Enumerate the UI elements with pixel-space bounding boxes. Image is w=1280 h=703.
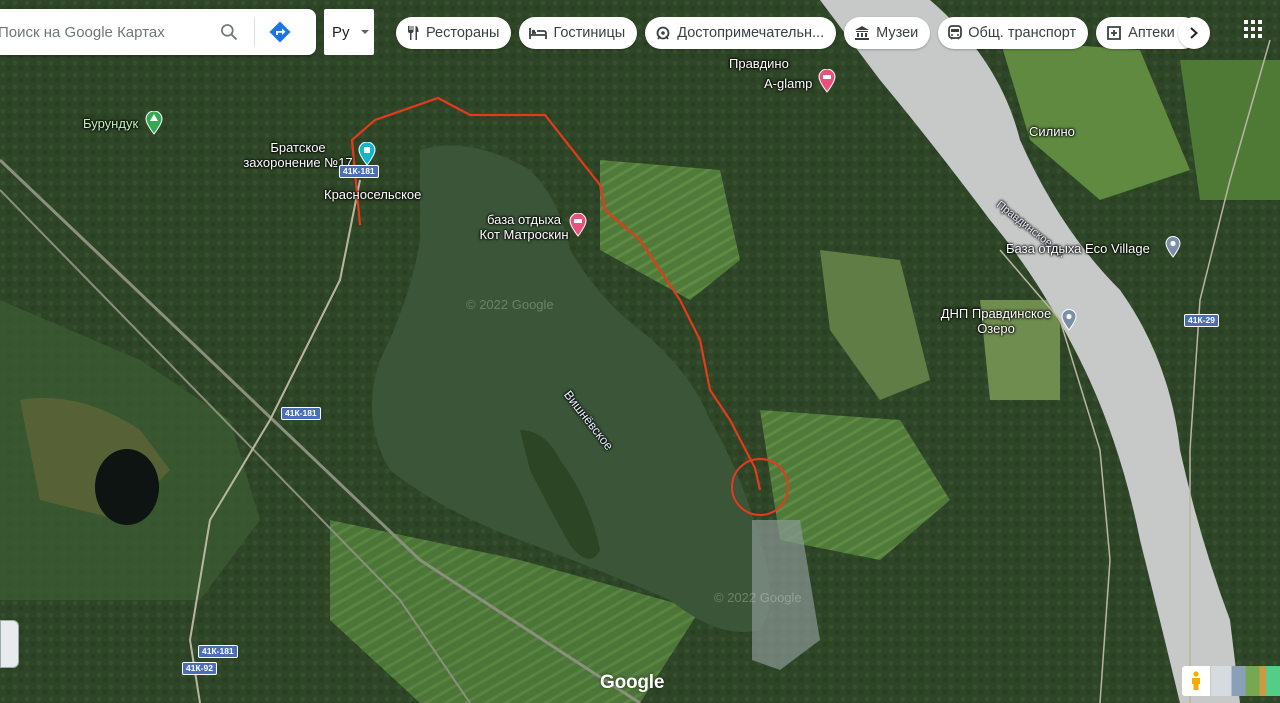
transit-icon <box>948 25 963 40</box>
search-icon <box>221 24 238 41</box>
chip-museums[interactable]: Музеи <box>844 17 931 49</box>
language-selected: Ру <box>332 23 350 41</box>
directions-icon <box>269 21 291 43</box>
chip-label: Аптеки <box>1128 25 1175 41</box>
chip-label: Гостиницы <box>553 25 626 41</box>
place-label-dnp[interactable]: ДНП Правдинское Озеро <box>931 306 1061 336</box>
hotel-icon <box>529 28 548 39</box>
restaurant-icon <box>408 26 419 40</box>
chip-attractions[interactable]: Достопримечательн... <box>645 17 837 49</box>
road-shield: 41К-92 <box>182 662 217 675</box>
road-shield: 41К-29 <box>1184 314 1219 327</box>
place-label-kot-line1: база отдыха <box>486 212 561 227</box>
road-shield: 41К-181 <box>281 407 321 420</box>
language-select[interactable]: Ру <box>324 9 374 55</box>
chevron-down-icon <box>361 30 369 34</box>
place-label-pravdino[interactable]: Правдино <box>729 56 789 71</box>
pegman-icon <box>1192 671 1200 690</box>
chips-next-button[interactable] <box>1178 17 1210 49</box>
category-chips: Рестораны Гостиницы Достопримечательн...… <box>396 17 1199 49</box>
chip-label: Общ. транспорт <box>968 25 1077 41</box>
chip-label: Достопримечательн... <box>677 25 825 41</box>
place-pin-icon[interactable] <box>1061 309 1077 331</box>
hotel-pin-icon[interactable] <box>818 69 836 93</box>
place-label-kot-matroskin[interactable]: база отдыха Кот Матроскин <box>464 212 584 242</box>
place-label-aglamp[interactable]: A-glamp <box>764 76 812 91</box>
watermark: © 2022 Google <box>714 590 802 605</box>
attraction-icon <box>656 26 670 40</box>
place-label-eco-village[interactable]: База отдыха Eco Village <box>1006 241 1150 256</box>
pharmacy-icon <box>1107 26 1122 40</box>
google-logo: Google <box>600 672 665 693</box>
side-panel-toggle[interactable] <box>0 620 19 668</box>
pegman-button[interactable] <box>1182 666 1210 696</box>
place-label-krasnoselskoe[interactable]: Красносельское <box>324 187 421 202</box>
place-label-burunduk[interactable]: Бурундук <box>83 116 138 131</box>
chip-hotels[interactable]: Гостиницы <box>519 17 638 49</box>
chip-transit[interactable]: Общ. транспорт <box>938 17 1089 49</box>
chevron-right-icon <box>1190 27 1198 39</box>
search-input[interactable] <box>0 22 210 42</box>
search-button[interactable] <box>210 13 248 51</box>
place-label-kot-line2: Кот Матроскин <box>479 227 569 242</box>
place-label-dnp-line2: Озеро <box>977 321 1015 336</box>
watermark: © 2022 Google <box>466 297 554 312</box>
road-shield: 41К-181 <box>198 645 238 658</box>
layers-thumbnail-strip[interactable] <box>1211 666 1280 696</box>
hotel-pin-icon[interactable] <box>569 213 587 237</box>
directions-button[interactable] <box>261 13 299 51</box>
search-box <box>0 9 316 55</box>
attraction-pin-icon[interactable] <box>358 142 376 166</box>
place-label-dnp-line1: ДНП Правдинское <box>940 306 1052 321</box>
chip-label: Музеи <box>876 25 919 41</box>
park-pin-icon[interactable] <box>145 111 163 135</box>
chip-label: Рестораны <box>426 25 500 41</box>
museum-icon <box>855 26 870 40</box>
road-shield: 41К-181 <box>339 165 379 178</box>
divider <box>254 17 255 47</box>
chip-restaurants[interactable]: Рестораны <box>396 17 512 49</box>
place-label-silino[interactable]: Силино <box>1029 124 1075 139</box>
place-label-bratskoe-line1: Братское <box>270 140 326 155</box>
satellite-map[interactable] <box>0 0 1280 703</box>
place-pin-icon[interactable] <box>1165 236 1181 258</box>
apps-grid-icon[interactable] <box>1243 19 1263 39</box>
